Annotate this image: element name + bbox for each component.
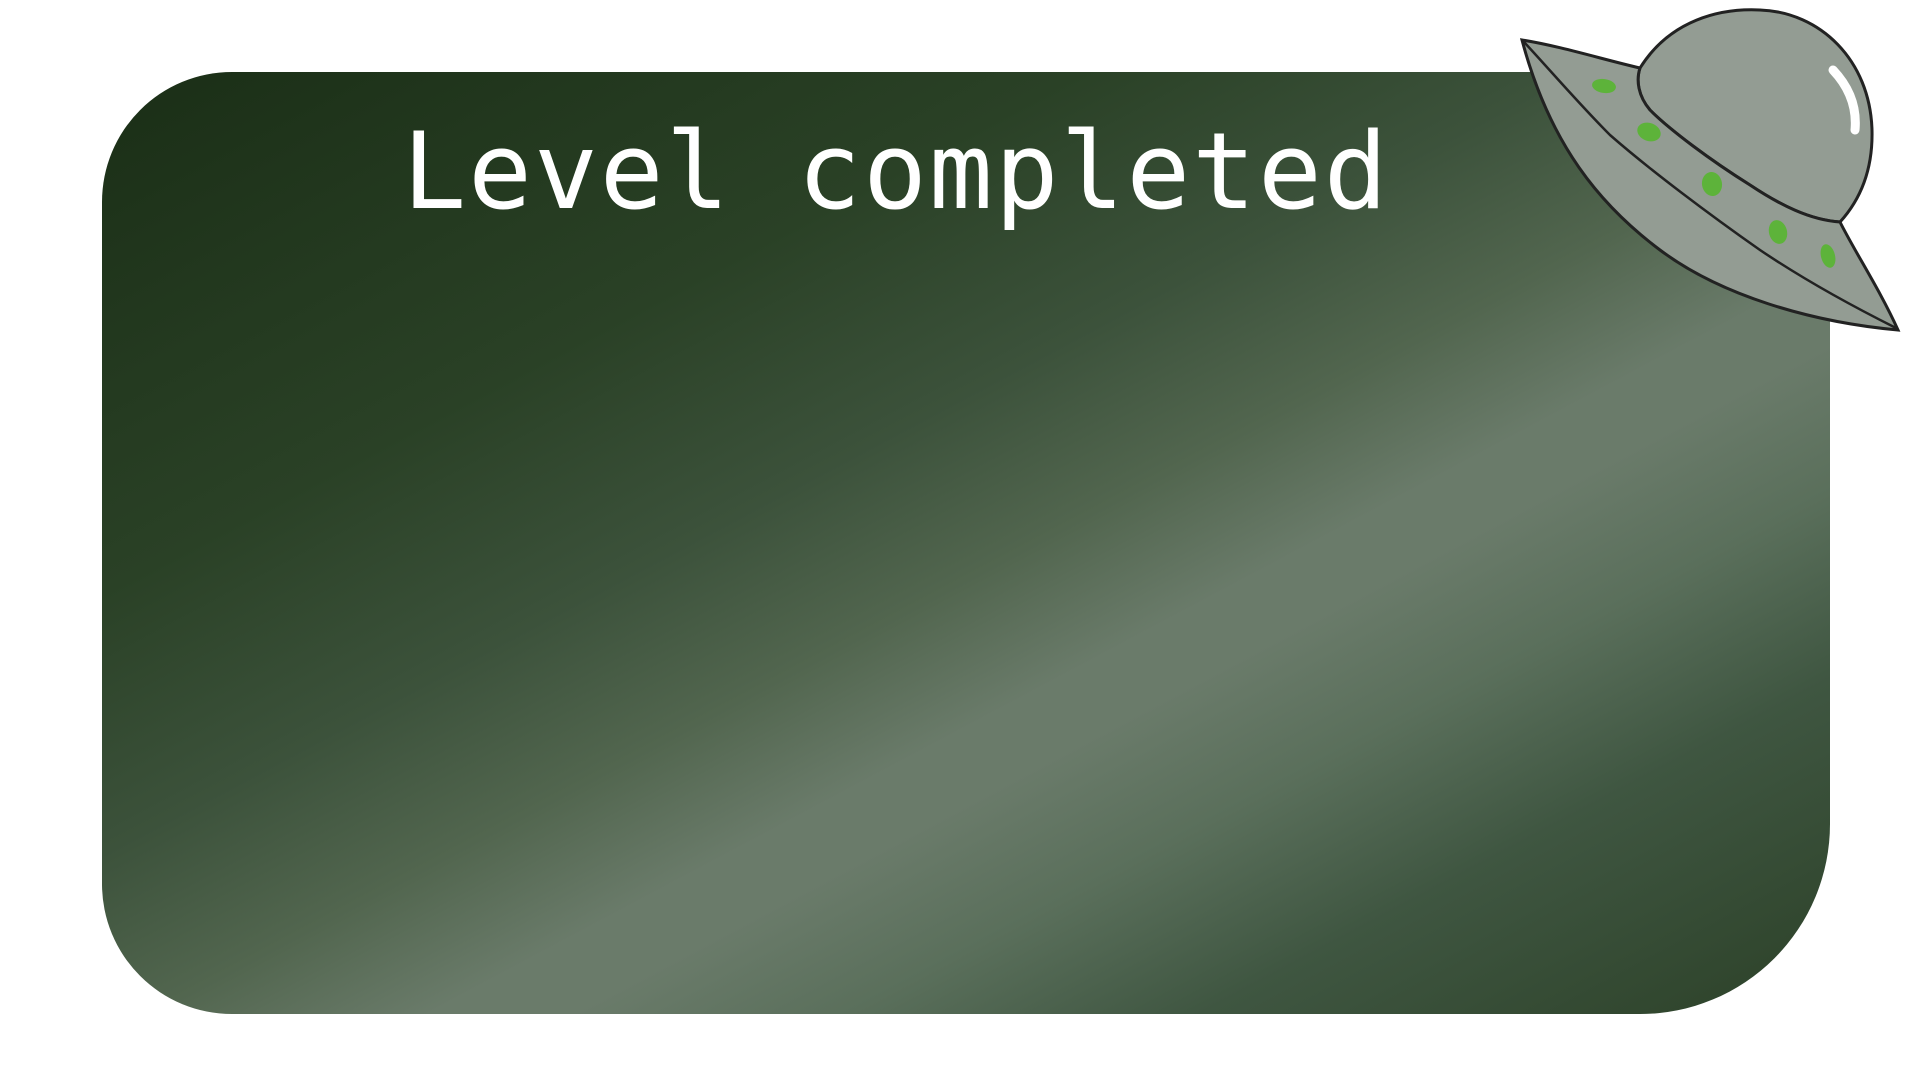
ufo-icon [1519, 8, 1901, 332]
game-screen: Level completed [0, 0, 1920, 1080]
